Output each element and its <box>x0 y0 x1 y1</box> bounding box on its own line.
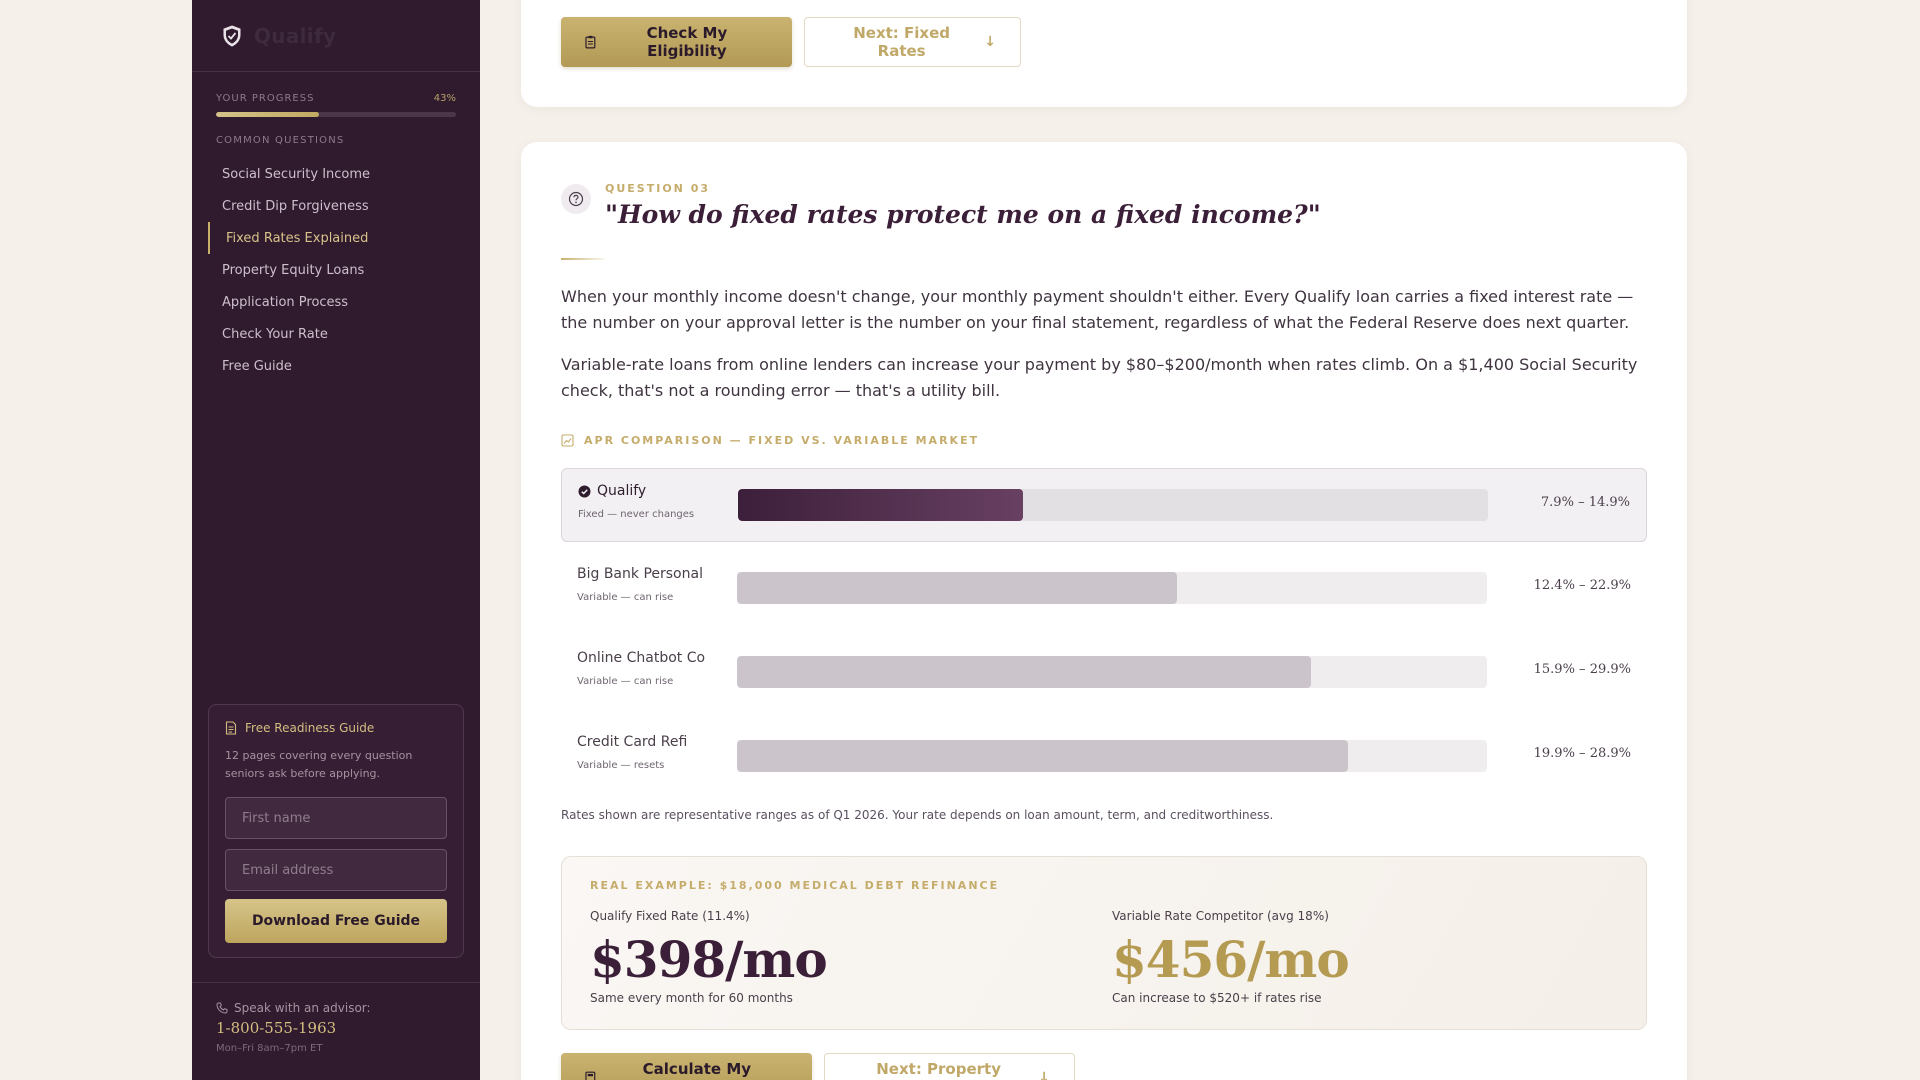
question-circle-icon <box>561 184 591 214</box>
example-amount: $456/mo <box>1112 930 1350 989</box>
guide-title: Free Readiness Guide <box>245 721 375 735</box>
lender-name: Qualify <box>578 483 646 499</box>
rate-bar-fill <box>737 572 1178 604</box>
previous-question-card: Check My Eligibility Next: Fixed Rates ↓ <box>521 0 1687 107</box>
brand-name: Qualify <box>254 23 337 48</box>
example-note: Same every month for 60 months <box>590 991 793 1005</box>
brand[interactable]: Qualify <box>192 0 480 72</box>
question-card: QUESTION 03 "How do fixed rates protect … <box>521 142 1687 1080</box>
next-property-equity-button[interactable]: Next: Property Equity ↓ <box>824 1053 1075 1080</box>
rate-bar-fill <box>737 740 1349 772</box>
progress-label: YOUR PROGRESS <box>216 93 315 104</box>
progress-percent: 43% <box>433 93 456 104</box>
arrow-down-icon: ↓ <box>984 34 996 50</box>
clipboard-icon <box>585 35 596 49</box>
rate-range: 12.4% – 22.9% <box>1533 578 1631 593</box>
shield-logo-icon <box>223 24 241 47</box>
download-guide-button[interactable]: Download Free Guide <box>225 899 447 943</box>
rate-type: Fixed — never changes <box>578 509 695 520</box>
example-label: REAL EXAMPLE: $18,000 MEDICAL DEBT REFIN… <box>590 879 1000 892</box>
sidebar-item-check-your-rate[interactable]: Check Your Rate <box>192 318 480 350</box>
next-property-equity-label: Next: Property Equity <box>876 1060 1001 1080</box>
advisor-phone-link[interactable]: 1-800-555-1963 <box>216 1019 456 1037</box>
sidebar-item-fixed-rates-explained[interactable]: Fixed Rates Explained <box>208 222 480 254</box>
rate-type: Variable — resets <box>577 760 665 771</box>
sidebar-item-social-security-income[interactable]: Social Security Income <box>192 158 480 190</box>
lender-name-text: Qualify <box>597 483 647 499</box>
answer-paragraph-2: Variable-rate loans from online lenders … <box>561 355 1638 400</box>
nav-section-label: COMMON QUESTIONS <box>216 135 345 146</box>
guide-title-row: Free Readiness Guide <box>225 721 447 735</box>
example-competitor-column: Variable Rate Competitor (avg 18%) $456/… <box>1112 909 1350 1005</box>
check-eligibility-button[interactable]: Check My Eligibility <box>561 17 792 67</box>
email-field[interactable] <box>225 849 447 891</box>
comparison-row-online-chatbot: Online Chatbot Co Variable — can rise 15… <box>561 636 1647 710</box>
sidebar-item-free-guide[interactable]: Free Guide <box>192 350 480 382</box>
next-fixed-rates-label: Next: Fixed Rates <box>853 24 951 60</box>
rate-range: 15.9% – 29.9% <box>1533 662 1631 677</box>
calculate-payment-button[interactable]: Calculate My Payment <box>561 1053 812 1080</box>
rate-bar-fill <box>738 489 1023 521</box>
sidebar-item-property-equity-loans[interactable]: Property Equity Loans <box>192 254 480 286</box>
example-qualify-column: Qualify Fixed Rate (11.4%) $398/mo Same … <box>590 909 828 1005</box>
lender-name: Credit Card Refi <box>577 734 688 750</box>
arrow-down-icon: ↓ <box>1038 1070 1050 1080</box>
rate-type: Variable — can rise <box>577 592 674 603</box>
progress-header: YOUR PROGRESS 43% <box>192 72 480 104</box>
progress-bar <box>216 112 456 117</box>
title-divider <box>561 258 605 260</box>
advisor-contact: Speak with an advisor: 1-800-555-1963 Mo… <box>192 982 480 1080</box>
rate-range: 7.9% – 14.9% <box>1540 495 1630 510</box>
question-number: QUESTION 03 <box>605 182 711 195</box>
check-badge-icon <box>578 485 591 497</box>
rate-bar-track <box>737 656 1487 688</box>
advisor-hours: Mon–Fri 8am–7pm ET <box>216 1043 323 1054</box>
lender-name: Online Chatbot Co <box>577 650 706 666</box>
free-guide-card: Free Readiness Guide 12 pages covering e… <box>208 704 464 958</box>
example-note: Can increase to $520+ if rates rise <box>1112 991 1322 1005</box>
comparison-heading-text: APR COMPARISON — FIXED VS. VARIABLE MARK… <box>584 434 980 447</box>
guide-description: 12 pages covering every question seniors… <box>225 749 413 780</box>
rate-bar-fill <box>737 656 1311 688</box>
sidebar: Qualify YOUR PROGRESS 43% COMMON QUESTIO… <box>192 0 480 1080</box>
comparison-row-qualify: Qualify Fixed — never changes 7.9% – 14.… <box>561 468 1647 542</box>
sidebar-item-credit-dip-forgiveness[interactable]: Credit Dip Forgiveness <box>192 190 480 222</box>
real-example-panel: REAL EXAMPLE: $18,000 MEDICAL DEBT REFIN… <box>561 856 1647 1030</box>
calculate-payment-label: Calculate My Payment <box>642 1060 752 1080</box>
question-title: "How do fixed rates protect me on a fixe… <box>605 200 1321 229</box>
rate-type: Variable — can rise <box>577 676 674 687</box>
rate-bar-track <box>737 572 1487 604</box>
phone-icon <box>216 1002 228 1014</box>
comparison-heading: APR COMPARISON — FIXED VS. VARIABLE MARK… <box>561 434 979 447</box>
document-icon <box>225 721 237 735</box>
check-eligibility-label: Check My Eligibility <box>646 24 728 60</box>
advisor-label-row: Speak with an advisor: <box>216 1001 456 1015</box>
advisor-label: Speak with an advisor: <box>234 1001 371 1015</box>
comparison-row-credit-card-refi: Credit Card Refi Variable — resets 19.9%… <box>561 720 1647 794</box>
rates-footnote: Rates shown are representative ranges as… <box>561 808 1274 822</box>
comparison-row-big-bank: Big Bank Personal Variable — can rise 12… <box>561 552 1647 626</box>
apr-comparison-list: Qualify Fixed — never changes 7.9% – 14.… <box>561 468 1647 804</box>
rate-range: 19.9% – 28.9% <box>1533 746 1631 761</box>
calculator-icon <box>585 1071 596 1080</box>
rate-bar-track <box>737 740 1487 772</box>
lender-name: Big Bank Personal <box>577 566 703 582</box>
chart-icon <box>561 434 574 447</box>
sidebar-nav: Social Security Income Credit Dip Forgiv… <box>192 158 480 382</box>
sidebar-item-application-process[interactable]: Application Process <box>192 286 480 318</box>
progress-fill <box>216 112 320 117</box>
rate-bar-track <box>738 489 1488 521</box>
example-caption: Qualify Fixed Rate (11.4%) <box>590 909 750 923</box>
first-name-field[interactable] <box>225 797 447 839</box>
example-caption: Variable Rate Competitor (avg 18%) <box>1112 909 1329 923</box>
example-amount: $398/mo <box>590 930 828 989</box>
answer-paragraph-1: When your monthly income doesn't change,… <box>561 287 1634 332</box>
next-fixed-rates-button[interactable]: Next: Fixed Rates ↓ <box>804 17 1021 67</box>
